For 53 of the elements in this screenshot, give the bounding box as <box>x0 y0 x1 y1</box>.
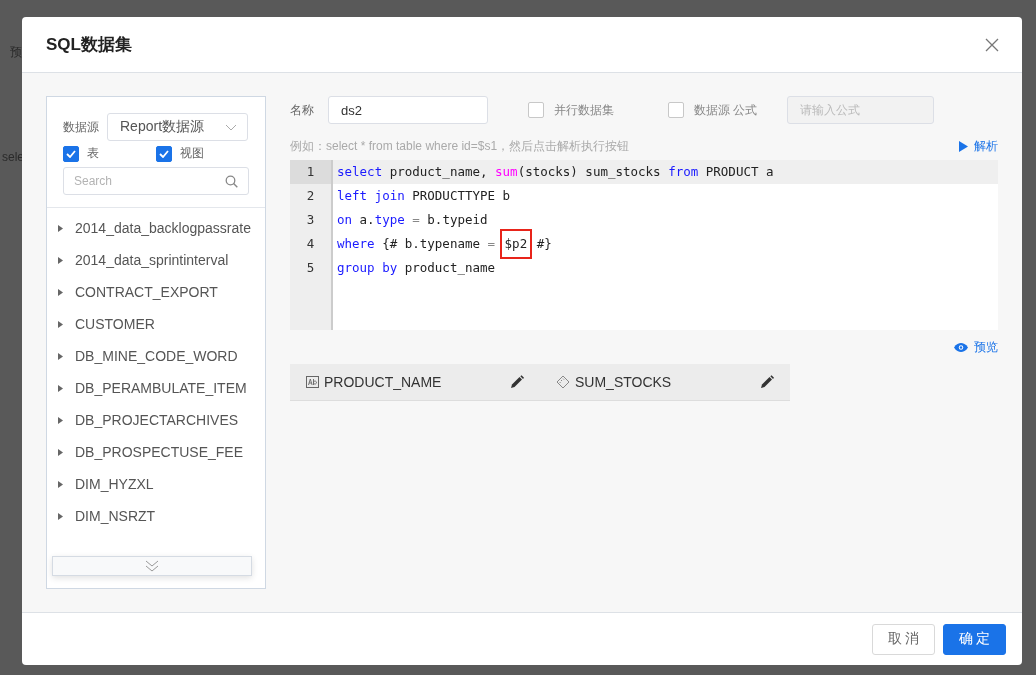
line-number: 2 <box>305 187 316 205</box>
checkmark-icon <box>159 149 169 158</box>
tree-item[interactable]: DB_PERAMBULATE_ITEM <box>47 372 265 404</box>
checkbox[interactable] <box>63 145 79 162</box>
column-name: SUM_STOCKS <box>556 374 672 390</box>
tree-item[interactable]: DIM_HYZXL <box>47 468 265 500</box>
tree-item[interactable]: DIM_NSRZT <box>47 500 265 532</box>
code-editor[interactable]: 1 2 3 4 5 select product_name, sum(stocks) sum_stocks from PRODUCT a left join PRODUCTTYPE b on a.type = b.typeid where {# b.typename = $p2 #} group by product_name <box>290 160 998 330</box>
edit-icon[interactable] <box>510 375 524 389</box>
confirm-button[interactable]: 确 定 <box>943 623 1006 655</box>
hint-text: 例如：select * from table where id=$s1，然后点击解析执行按钮 <box>290 137 630 155</box>
code-line: where {# b.typename = $p2 #} <box>333 232 998 256</box>
tree-item[interactable]: DB_PROSPECTUSE_FEE <box>47 436 265 468</box>
dialog-title: SQL数据集 <box>46 34 132 56</box>
line-number: 5 <box>305 259 316 277</box>
line-number: 3 <box>305 211 316 229</box>
close-icon[interactable] <box>984 36 1000 53</box>
search-icon <box>225 174 238 188</box>
tree-item[interactable]: 2014_data_backlogpassrate <box>47 212 265 244</box>
code-line: left join PRODUCTTYPE b <box>336 187 512 205</box>
text-type-icon <box>306 376 319 388</box>
column-name: PRODUCT_NAME <box>306 374 442 390</box>
name-label: 名称 <box>290 101 314 119</box>
line-number: 4 <box>305 235 316 253</box>
play-icon <box>959 140 968 152</box>
edit-icon[interactable] <box>760 375 774 389</box>
checkbox[interactable] <box>156 145 172 162</box>
checkbox-label: 视图 <box>180 145 204 162</box>
cancel-button[interactable]: 取 消 <box>872 623 935 655</box>
chevron-icon <box>225 123 237 131</box>
search-input[interactable]: Search <box>74 174 194 188</box>
parse-link[interactable]: 解析 <box>959 137 998 155</box>
tree-item[interactable]: DB_PROJECTARCHIVES <box>47 404 265 436</box>
tree-item[interactable]: CONTRACT_EXPORT <box>47 276 265 308</box>
source-select[interactable]: Report数据源 <box>107 113 248 141</box>
tree-item[interactable]: 2014_data_sprintinterval <box>47 244 265 276</box>
code-line: group by product_name <box>336 259 497 277</box>
checkmark-icon <box>66 149 76 158</box>
checkbox[interactable] <box>528 102 544 118</box>
tree-item[interactable]: DB_MINE_CODE_WORD <box>47 340 265 372</box>
tree-item[interactable]: CUSTOMER <box>47 308 265 340</box>
double-chevron-icon <box>145 560 159 572</box>
checkbox-label: 并行数据集 <box>554 101 614 119</box>
name-field[interactable]: ds2 <box>328 96 488 124</box>
checkbox-label: 表 <box>87 145 99 162</box>
preview-link[interactable]: 预览 <box>954 339 998 355</box>
checkbox-label: 数据源 公式 <box>694 101 758 119</box>
source-label: 数据源 <box>63 118 99 136</box>
search-field[interactable]: Search <box>63 167 249 195</box>
eye-icon <box>954 342 968 352</box>
code-line: on a.type = b.typeid <box>336 211 489 229</box>
line-number: 1 <box>290 160 331 184</box>
checkbox[interactable] <box>668 102 684 118</box>
